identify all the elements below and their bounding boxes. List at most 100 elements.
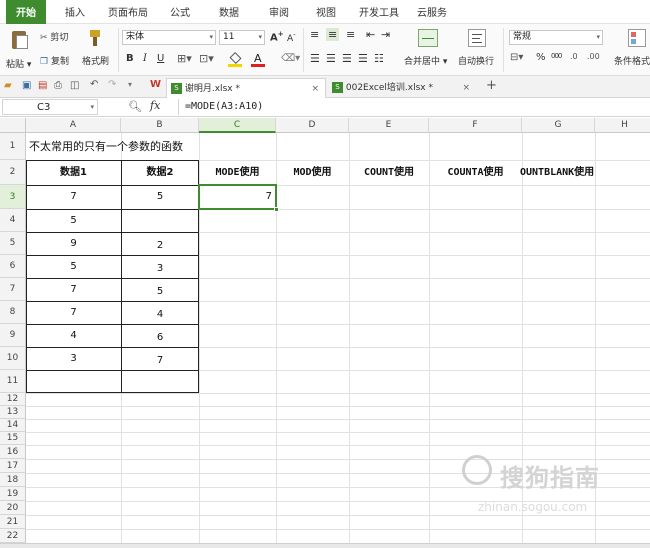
cell-style-icon[interactable]: ⊡▾ [199,52,214,65]
font-size-select[interactable]: 11 ▾ [219,30,265,45]
align-left-icon[interactable]: ☰ [310,52,320,65]
conditional-format-button[interactable]: 条件格式 [614,54,650,67]
data2-cell[interactable]: 4 [121,301,199,324]
increase-font-icon[interactable]: A+ [270,30,284,43]
merge-center-button[interactable]: 合并居中 ▾ [404,54,447,67]
tab-formulas[interactable]: 公式 [163,0,197,24]
select-all-corner[interactable] [0,118,26,133]
decrease-decimal-icon[interactable]: .00 [587,52,600,61]
open-folder-icon[interactable]: ▰ [4,80,12,91]
data1-cell[interactable]: 7 [26,301,121,324]
row-header-6[interactable]: 6 [0,255,26,278]
tab-review[interactable]: 审阅 [261,0,297,24]
tab-document-2[interactable]: S 002Excel培训.xlsx * × [328,78,478,98]
data2-cell[interactable]: 7 [121,347,199,370]
export-pdf-icon[interactable]: ▤ [38,80,47,91]
data1-cell[interactable]: 3 [26,347,121,370]
new-tab-icon[interactable]: + [486,78,497,93]
row-header-7[interactable]: 7 [0,278,26,301]
font-color-icon[interactable]: A [251,52,267,67]
tab-data[interactable]: 数据 [210,0,248,24]
copy-button[interactable]: ❐ 复制 [40,54,69,67]
wrap-text-button[interactable]: 自动换行 [458,54,494,67]
tab-home[interactable]: 开始 [6,0,46,24]
column-header-d[interactable]: D [276,118,349,133]
align-middle-icon[interactable]: ≡ [326,28,340,41]
data2-cell[interactable]: 3 [121,255,199,278]
tab-page-layout[interactable]: 页面布局 [103,0,153,24]
header-cell-data1[interactable]: 数据1 [26,160,121,185]
paste-icon[interactable] [10,29,30,51]
header-cell-mod[interactable]: MOD使用 [276,160,349,185]
row-header-16[interactable]: 16 [0,445,26,459]
row-header-9[interactable]: 9 [0,324,26,347]
column-header-h[interactable]: H [595,118,650,133]
paste-button[interactable]: 粘贴 ▾ [6,57,31,70]
data2-cell[interactable]: 5 [121,185,199,209]
data1-cell[interactable]: 9 [26,232,121,255]
tab-cloud-services[interactable]: 云服务 [412,0,452,24]
column-header-g[interactable]: G [522,118,595,133]
outdent-icon[interactable]: ⇥ [381,28,390,41]
fill-handle[interactable] [274,207,279,212]
row-header-14[interactable]: 14 [0,419,26,432]
tab-view[interactable]: 视图 [307,0,345,24]
align-right-icon[interactable]: ☰ [342,52,352,65]
close-tab-icon[interactable]: × [311,79,319,99]
sheet-title-cell[interactable]: 不太常用的只有一个参数的函数 [29,133,204,160]
data1-cell[interactable]: 5 [26,209,121,232]
fill-color-icon[interactable] [228,51,244,67]
row-header-11[interactable]: 11 [0,370,26,393]
name-box[interactable]: C3 ▾ [2,99,98,115]
row-header-8[interactable]: 8 [0,301,26,324]
row-header-10[interactable]: 10 [0,347,26,370]
close-tab-icon[interactable]: × [462,78,470,98]
row-header-18[interactable]: 18 [0,473,26,487]
column-header-a[interactable]: A [26,118,121,133]
row-header-4[interactable]: 4 [0,209,26,232]
save-icon[interactable]: ▣ [22,80,31,91]
data1-cell[interactable]: 7 [26,185,121,209]
cut-button[interactable]: ✂ 剪切 [40,30,68,43]
tab-developer[interactable]: 开发工具 [354,0,404,24]
row-header-2[interactable]: 2 [0,160,26,185]
decrease-font-icon[interactable]: A- [287,31,296,44]
justify-icon[interactable]: ☰ [358,52,368,65]
percent-button[interactable]: % [536,52,546,63]
merge-center-icon[interactable] [418,29,438,47]
undo-icon[interactable]: ↶ [90,79,98,90]
border-icon[interactable]: ⊞▾ [177,52,192,65]
align-bottom-icon[interactable]: ≡ [346,28,355,41]
wrap-text-icon[interactable] [468,29,486,47]
header-cell-count[interactable]: COUNT使用 [349,160,429,185]
indent-icon[interactable]: ⇤ [366,28,375,41]
row-header-15[interactable]: 15 [0,432,26,445]
redo-icon[interactable]: ↷ [108,79,116,90]
format-painter-button[interactable]: 格式刷 [82,54,109,67]
number-format-select[interactable]: 常规 ▾ [509,30,603,45]
italic-icon[interactable]: I [143,53,147,64]
data2-cell[interactable]: 6 [121,324,199,347]
tab-insert[interactable]: 插入 [56,0,94,24]
header-cell-countblank[interactable]: OUNTBLANK使用 [520,160,620,185]
data2-cell[interactable] [121,209,199,232]
conditional-format-icon[interactable] [628,29,646,47]
data1-cell[interactable]: 5 [26,255,121,278]
increase-decimal-icon[interactable]: .0 [570,52,578,61]
column-header-f[interactable]: F [429,118,522,133]
header-cell-data2[interactable]: 数据2 [121,160,199,185]
column-header-e[interactable]: E [349,118,429,133]
row-header-19[interactable]: 19 [0,487,26,501]
row-header-21[interactable]: 21 [0,515,26,529]
row-header-3[interactable]: 3 [0,185,26,209]
column-header-c[interactable]: C [199,118,276,133]
row-header-17[interactable]: 17 [0,459,26,473]
data2-cell[interactable]: 2 [121,232,199,255]
active-cell-c3[interactable]: 7 [198,184,279,212]
formula-input[interactable]: =MODE(A3:A10) [178,99,648,115]
data2-cell[interactable]: 5 [121,278,199,301]
insert-function-icon[interactable]: fx [150,99,160,112]
print-icon[interactable]: ⎙ [54,80,62,91]
currency-icon[interactable]: ⊟▾ [510,52,523,63]
data1-cell[interactable]: 4 [26,324,121,347]
